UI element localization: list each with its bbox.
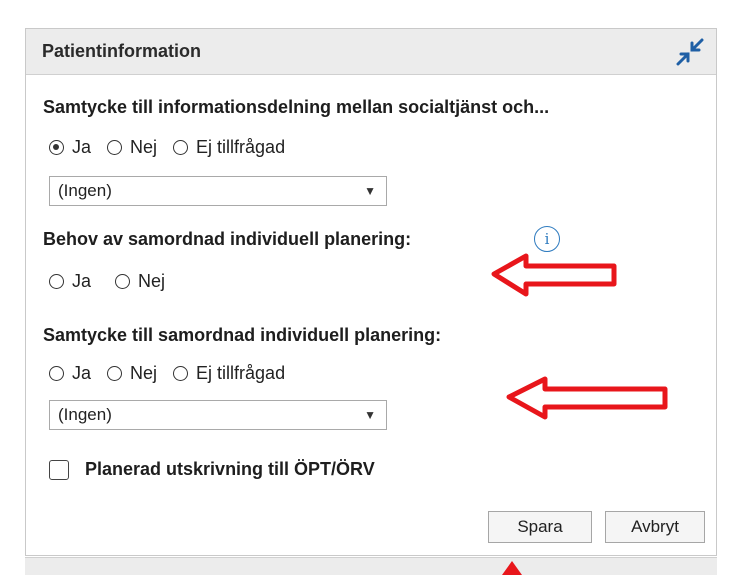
- radio-checked-icon: [49, 140, 64, 155]
- annotation-arrow-icon: [502, 561, 522, 575]
- consent-info-sharing-dropdown[interactable]: (Ingen) ▼: [49, 176, 387, 206]
- need-coordinated-planning-label: Behov av samordnad individuell planering…: [43, 229, 412, 249]
- need-coordinated-planning-radios: Ja Nej: [49, 271, 181, 292]
- panel-header: Patientinformation: [26, 29, 716, 75]
- consent-coordinated-planning-nej[interactable]: Nej: [107, 363, 157, 384]
- collapse-arrows-icon[interactable]: [676, 38, 704, 66]
- radio-icon: [115, 274, 131, 289]
- radio-label: Ja: [72, 137, 92, 157]
- dropdown-arrow-icon: ▼: [364, 408, 376, 422]
- radio-icon: [173, 366, 189, 381]
- consent-info-sharing-label: Samtycke till informationsdelning mellan…: [43, 97, 550, 117]
- radio-icon: [173, 140, 189, 155]
- need-coordinated-planning-ja[interactable]: Ja: [49, 271, 91, 292]
- dropdown-value: (Ingen): [58, 181, 112, 200]
- radio-label: Nej: [130, 137, 158, 157]
- planned-discharge-label: Planerad utskrivning till ÖPT/ÖRV: [85, 459, 375, 479]
- info-icon[interactable]: i: [534, 226, 560, 252]
- radio-label: Ej tillfrågad: [196, 137, 286, 157]
- radio-icon: [49, 274, 64, 289]
- radio-label: Ej tillfrågad: [196, 363, 286, 383]
- save-button[interactable]: Spara: [488, 511, 592, 543]
- radio-label: Nej: [130, 363, 158, 383]
- cancel-button[interactable]: Avbryt: [605, 511, 705, 543]
- annotation-arrow-icon: [491, 253, 617, 297]
- radio-label: Nej: [138, 271, 166, 291]
- consent-coordinated-planning-label: Samtycke till samordnad individuell plan…: [43, 325, 442, 345]
- radio-label: Ja: [72, 271, 92, 291]
- radio-icon: [107, 366, 123, 381]
- consent-coordinated-planning-dropdown[interactable]: (Ingen) ▼: [49, 400, 387, 430]
- consent-info-sharing-ja[interactable]: Ja: [49, 137, 91, 158]
- need-coordinated-planning-nej[interactable]: Nej: [115, 271, 165, 292]
- radio-icon: [107, 140, 123, 155]
- consent-info-sharing-radios: Ja Nej Ej tillfrågad: [49, 137, 301, 158]
- consent-coordinated-planning-radios: Ja Nej Ej tillfrågad: [49, 363, 301, 384]
- consent-coordinated-planning-ja[interactable]: Ja: [49, 363, 91, 384]
- radio-icon: [49, 366, 64, 381]
- dropdown-value: (Ingen): [58, 405, 112, 424]
- radio-label: Ja: [72, 363, 92, 383]
- consent-coordinated-planning-ej-tillfragad[interactable]: Ej tillfrågad: [173, 363, 285, 384]
- panel-title: Patientinformation: [42, 41, 202, 61]
- annotation-arrow-icon: [506, 376, 668, 420]
- dropdown-arrow-icon: ▼: [364, 184, 376, 198]
- consent-info-sharing-ej-tillfragad[interactable]: Ej tillfrågad: [173, 137, 285, 158]
- consent-info-sharing-nej[interactable]: Nej: [107, 137, 157, 158]
- checkbox-icon[interactable]: [49, 459, 69, 480]
- bottom-panel-edge: [25, 557, 717, 575]
- planned-discharge-checkbox-row[interactable]: Planerad utskrivning till ÖPT/ÖRV: [49, 459, 375, 480]
